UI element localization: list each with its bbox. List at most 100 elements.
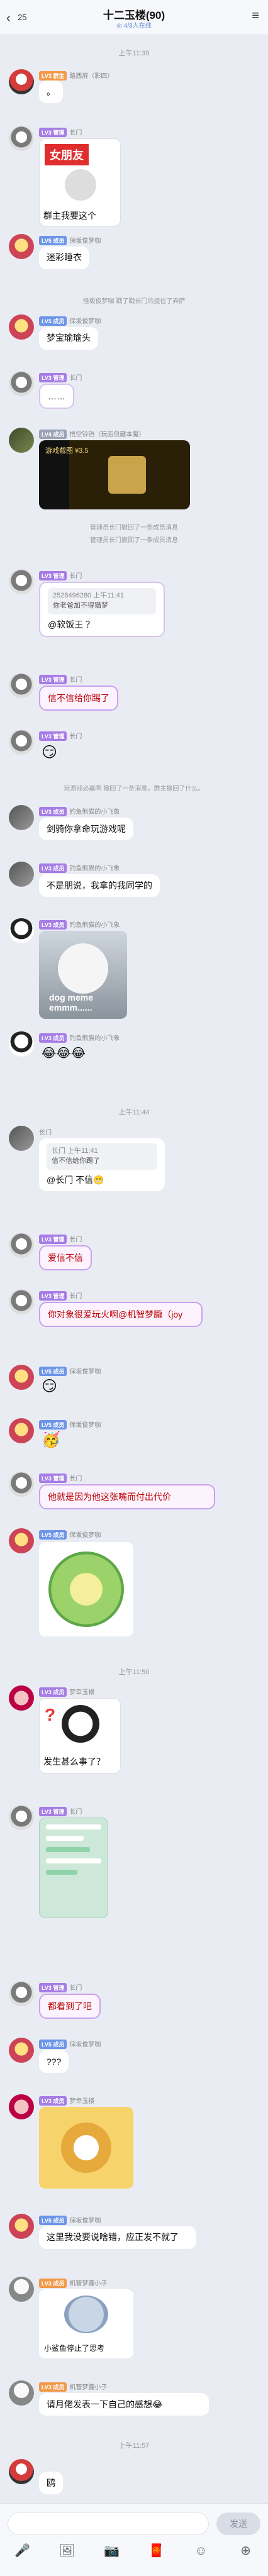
sticker-image[interactable] [39, 2107, 133, 2189]
message-bubble[interactable]: 鸥 [39, 2472, 63, 2495]
timestamp: 上午11:50 [118, 1668, 150, 1676]
sender-name: LV3 成员 钓鱼熊猫的小飞象 [39, 919, 120, 930]
sender-name: LV3 管理 长门 [39, 1982, 82, 1992]
sender-name: LV3 管理 长门 [39, 570, 82, 580]
sender-name: LV3 成员 钓鱼熊猫的小飞象 [39, 806, 120, 816]
message-bubble[interactable]: 爱信不信 [39, 1245, 92, 1271]
sender-name: LV3 成员 梦幸玉楼 [39, 2096, 94, 2106]
avatar[interactable] [9, 2214, 34, 2239]
avatar[interactable] [9, 918, 34, 943]
sender-name: LV3 管理 长门 [39, 1234, 82, 1244]
avatar[interactable] [9, 1528, 34, 1553]
online-status: ◎ 4/8人在线 [116, 23, 152, 30]
mic-icon[interactable]: 🎤 [14, 2543, 31, 2559]
message-bubble[interactable]: 迷彩睡衣 [39, 247, 89, 270]
avatar[interactable] [9, 2459, 34, 2484]
sender-name: LV5 成员 保坂俊梦咖 [39, 1366, 101, 1376]
meme-image[interactable]: 女朋友 群主我要这个 [39, 138, 121, 226]
avatar[interactable] [9, 730, 34, 755]
sender-name: LV4 成员 悟空铃铛（玩面包藏本魔） [39, 429, 145, 439]
sender-name: LV3 成员 机智梦朧小子 [39, 2278, 107, 2288]
avatar[interactable] [9, 1472, 34, 1497]
reply-bubble[interactable]: 2528496280 上午11:41 你老爸加不得猫梦 @软饭王 ？ [39, 582, 165, 638]
avatar[interactable] [9, 1365, 34, 1390]
message-bubble[interactable]: 梦宝瑜瑜头 [39, 327, 98, 350]
avatar[interactable] [9, 1031, 34, 1057]
sender-name: LV3 管理 长门 [39, 1806, 82, 1816]
sender-name: LV3 成员 机智梦朧小子 [39, 2382, 107, 2392]
avatar[interactable] [9, 673, 34, 698]
sender-name: LV3 管理 长门 [39, 1291, 82, 1301]
avatar[interactable] [9, 69, 34, 94]
sender-name: LV5 成员 保坂俊梦咖 [39, 2215, 101, 2225]
quoted-reply[interactable]: 2528496280 上午11:41 你老爸加不得猫梦 [48, 588, 156, 614]
sender-name: LV3 成员 钓鱼熊猫的小飞象 [39, 1033, 120, 1043]
sender-name: LV3 群主 路西屏（影四） [39, 70, 113, 80]
camera-icon[interactable]: 📷 [104, 2543, 120, 2559]
sender-name: LV3 管理 长门 [39, 731, 82, 741]
game-screenshot[interactable]: 游戏截图 ¥3.5 [39, 440, 190, 509]
message-bubble[interactable]: 不是朋说，我拿的我同学的 [39, 874, 160, 897]
message-bubble[interactable]: ??? [39, 2050, 69, 2074]
meme-image[interactable]: ? 发生甚么事了？ [39, 1698, 121, 1774]
avatar[interactable] [9, 1805, 34, 1830]
avatar[interactable] [9, 862, 34, 887]
message-bubble[interactable]: 这里我没要说啥错，应正发不就了 [39, 2226, 196, 2250]
chat-screenshot[interactable] [39, 1818, 108, 1918]
timestamp: 上午11:44 [118, 1109, 150, 1116]
message-bubble[interactable]: …… [39, 384, 74, 409]
message-bubble[interactable]: 。 [39, 80, 63, 104]
redpacket-icon[interactable]: 🧧 [148, 2543, 165, 2559]
avatar[interactable] [9, 1981, 34, 2006]
avatar[interactable] [9, 2277, 34, 2302]
composer-bar: 发送 🎤 🖼 📷 🧧 ☺ ⊕ [0, 2503, 268, 2576]
system-notice: 怪坂俊梦咖 戳了戳长门的捉住了弄萨 [82, 298, 186, 305]
sticker-image[interactable] [39, 1542, 133, 1636]
avatar[interactable] [9, 428, 34, 453]
sender-name: LV5 成员 保坂俊梦咖 [39, 2039, 101, 2049]
avatar[interactable] [9, 1126, 34, 1151]
avatar[interactable] [9, 569, 34, 594]
composer-tools: 🎤 🖼 📷 🧧 ☺ ⊕ [0, 2543, 268, 2559]
quoted-reply[interactable]: 长门 上午11:41 信不信给你踢了 [47, 1143, 157, 1170]
avatar[interactable] [9, 1233, 34, 1258]
reply-bubble[interactable]: 长门 上午11:41 信不信给你踢了 @长门 不信😬 [39, 1138, 165, 1192]
system-notice: 管理员长门撤回了一条成员消息 [90, 525, 178, 531]
system-notice: 玩游戏必赢啊 撤回了一条消息，群主撤回了什么。 [64, 786, 204, 792]
sender-name: LV3 管理 长门 [39, 674, 82, 684]
avatar[interactable] [9, 2094, 34, 2119]
avatar[interactable] [9, 234, 34, 259]
sender-name: LV3 成员 钓鱼熊猫的小飞象 [39, 863, 120, 873]
avatar[interactable] [9, 2380, 34, 2406]
sender-name: 长门 [39, 1130, 52, 1136]
emoji-icon[interactable]: ☺ [193, 2543, 209, 2559]
message-bubble[interactable]: 你对象很爱玩火啊@机智梦朧（joy [39, 1302, 203, 1328]
send-button[interactable]: 发送 [216, 2512, 260, 2535]
image-icon[interactable]: 🖼 [59, 2543, 75, 2559]
emoji-reaction[interactable]: 😏 [42, 743, 57, 762]
message-input[interactable] [8, 2512, 209, 2535]
message-bubble[interactable]: 他就是因为他这张嘴而付出代价 [39, 1484, 215, 1510]
message-bubble[interactable]: 都看到了吧 [39, 1994, 101, 2019]
avatar[interactable] [9, 2038, 34, 2063]
avatar[interactable] [9, 1418, 34, 1443]
message-bubble[interactable]: 剑骑你拿命玩游戏呢 [39, 818, 133, 841]
avatar[interactable] [9, 126, 34, 151]
sender-name: LV5 成员 保坂俊梦咖 [39, 235, 101, 245]
emoji-reaction[interactable]: 😏 [42, 1377, 57, 1396]
emoji-row[interactable]: 😂😂😂 [42, 1045, 86, 1061]
meme-image[interactable]: dog meme emmm...... [39, 931, 127, 1019]
sender-name: LV5 成员 保坂俊梦咖 [39, 1530, 101, 1540]
avatar[interactable] [9, 1289, 34, 1314]
message-bubble[interactable]: 信不信给你踢了 [39, 686, 118, 711]
avatar[interactable] [9, 314, 34, 340]
avatar[interactable] [9, 805, 34, 830]
emoji-reaction[interactable]: 🥳 [42, 1431, 60, 1449]
avatar[interactable] [9, 371, 34, 396]
timestamp: 上午11:57 [118, 2442, 150, 2450]
menu-icon[interactable]: ≡ [252, 9, 259, 23]
message-bubble[interactable]: 请月佬发表一下自己的感想😂 [39, 2393, 209, 2416]
meme-image[interactable]: 小鲨鱼停止了思考 [39, 2289, 133, 2358]
plus-icon[interactable]: ⊕ [238, 2543, 254, 2559]
avatar[interactable] [9, 1685, 34, 1711]
